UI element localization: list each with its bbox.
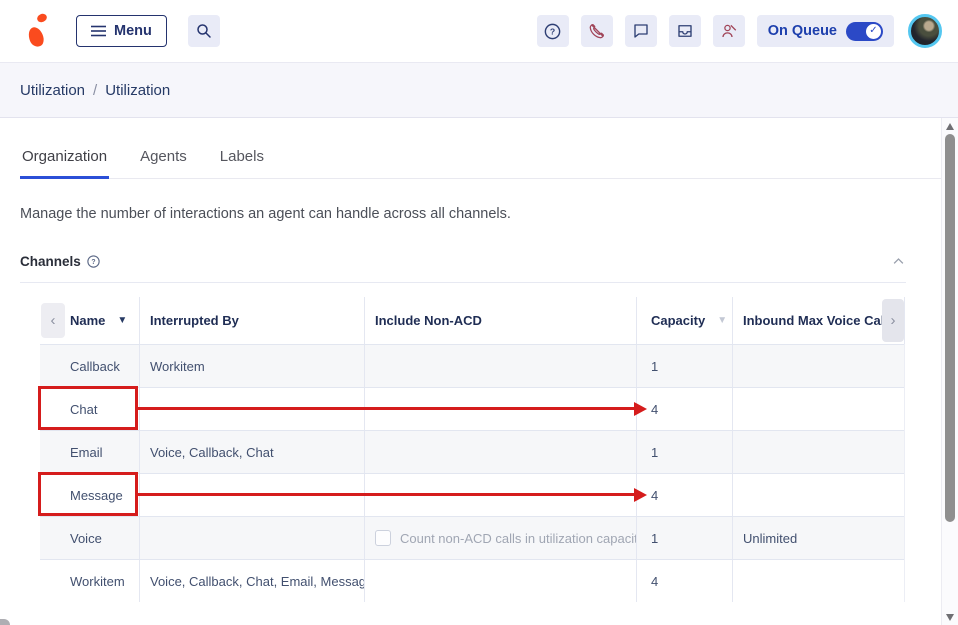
on-queue-label: On Queue: [768, 23, 837, 39]
tab-organization[interactable]: Organization: [20, 148, 109, 179]
cell-name: Callback: [40, 345, 140, 387]
cell-inbound-max: [733, 431, 905, 473]
scroll-down-icon[interactable]: [946, 614, 954, 621]
table-row-voice[interactable]: Voice Count non-ACD calls in utilization…: [40, 516, 904, 559]
cell-interrupted-by: [140, 517, 365, 559]
cell-capacity[interactable]: 1: [637, 431, 733, 473]
table-row-chat[interactable]: Chat 4: [40, 387, 904, 430]
toggle-switch[interactable]: ✓: [846, 22, 883, 41]
cell-capacity[interactable]: 1: [637, 517, 733, 559]
table-row-workitem[interactable]: Workitem Voice, Callback, Chat, Email, M…: [40, 559, 904, 602]
column-header-include-non-acd[interactable]: Include Non-ACD: [365, 297, 637, 344]
cell-include-non-acd: [365, 431, 637, 473]
hamburger-icon: [91, 25, 106, 37]
menu-button[interactable]: Menu: [76, 15, 167, 47]
cell-inbound-max: [733, 474, 905, 516]
cell-inbound-max: [733, 345, 905, 387]
search-icon: [195, 22, 213, 40]
channels-help-icon[interactable]: ?: [86, 254, 101, 269]
toggle-check-icon: ✓: [866, 24, 881, 39]
breadcrumb-section[interactable]: Utilization: [20, 82, 85, 99]
cell-capacity[interactable]: 1: [637, 345, 733, 387]
cell-interrupted-by: Voice, Callback, Chat, Email, Message: [140, 560, 365, 602]
cell-include-non-acd: [365, 345, 637, 387]
cell-capacity[interactable]: 4: [637, 474, 733, 516]
vertical-scrollbar[interactable]: [941, 118, 958, 625]
cell-name: Voice: [40, 517, 140, 559]
cell-name: Email: [40, 431, 140, 473]
breadcrumb-page[interactable]: Utilization: [105, 82, 170, 99]
on-queue-toggle[interactable]: On Queue ✓: [757, 15, 894, 47]
cell-name: Workitem: [40, 560, 140, 602]
chat-button[interactable]: [625, 15, 657, 47]
cell-name: Chat: [40, 388, 140, 430]
cell-capacity[interactable]: 4: [637, 560, 733, 602]
non-acd-checkbox-label: Count non-ACD calls in utilization capac…: [400, 531, 637, 546]
cell-interrupted-by: [140, 388, 365, 430]
cell-include-non-acd: Count non-ACD calls in utilization capac…: [365, 517, 637, 559]
table-row-message[interactable]: Message 4: [40, 473, 904, 516]
cell-capacity[interactable]: 4: [637, 388, 733, 430]
avatar[interactable]: [908, 14, 942, 48]
help-button[interactable]: ?: [537, 15, 569, 47]
cell-include-non-acd: [365, 474, 637, 516]
tab-labels[interactable]: Labels: [218, 148, 266, 179]
sort-desc-icon[interactable]: ▼: [117, 315, 127, 326]
phone-disabled-icon: [588, 22, 606, 40]
scroll-up-icon[interactable]: [946, 123, 954, 130]
channels-section-header: Channels ?: [20, 254, 906, 283]
column-header-interrupted-by[interactable]: Interrupted By: [140, 297, 365, 344]
cell-inbound-max: [733, 560, 905, 602]
cell-inbound-max: [733, 388, 905, 430]
menu-button-label: Menu: [114, 23, 152, 39]
cell-interrupted-by: Workitem: [140, 345, 365, 387]
svg-text:?: ?: [91, 259, 95, 266]
main-content: Organization Agents Labels Manage the nu…: [0, 118, 941, 625]
agent-unavailable-icon: [720, 22, 738, 40]
cell-name: Message: [40, 474, 140, 516]
table-row-email[interactable]: Email Voice, Callback, Chat 1: [40, 430, 904, 473]
inbox-icon: [676, 22, 694, 40]
cell-interrupted-by: [140, 474, 365, 516]
column-header-capacity[interactable]: Capacity ▼: [637, 297, 733, 344]
cell-include-non-acd: [365, 388, 637, 430]
cell-interrupted-by: Voice, Callback, Chat: [140, 431, 365, 473]
table-header-row: Name ▼ Interrupted By Include Non-ACD Ca…: [40, 297, 904, 344]
scrollbar-thumb[interactable]: [945, 134, 955, 522]
cell-include-non-acd: [365, 560, 637, 602]
breadcrumb: Utilization / Utilization: [0, 62, 958, 118]
scroll-columns-right-button[interactable]: ›: [882, 299, 904, 342]
scroll-columns-left-button[interactable]: ‹: [41, 303, 65, 338]
column-header-inbound-max-voice-calls[interactable]: Inbound Max Voice Calls: [733, 297, 905, 344]
inbox-button[interactable]: [669, 15, 701, 47]
collapse-section-icon[interactable]: [891, 254, 906, 269]
genesys-logo-icon: [28, 13, 50, 49]
sort-inactive-icon[interactable]: ▼: [717, 315, 727, 326]
non-acd-checkbox[interactable]: [375, 530, 391, 546]
agent-unavailable-button[interactable]: [713, 15, 745, 47]
page-description: Manage the number of interactions an age…: [20, 206, 941, 222]
phone-disabled-button[interactable]: [581, 15, 613, 47]
svg-text:?: ?: [550, 26, 555, 36]
channels-table: Name ▼ Interrupted By Include Non-ACD Ca…: [40, 297, 905, 602]
chat-icon: [632, 22, 650, 40]
channels-title: Channels: [20, 254, 81, 269]
cell-inbound-max: Unlimited: [733, 517, 905, 559]
breadcrumb-separator: /: [93, 82, 97, 99]
tab-agents[interactable]: Agents: [138, 148, 189, 179]
help-icon: ?: [543, 22, 562, 41]
top-bar: Menu ?: [0, 0, 958, 62]
tab-bar: Organization Agents Labels: [20, 148, 941, 179]
search-button[interactable]: [188, 15, 220, 47]
table-row-callback[interactable]: Callback Workitem 1: [40, 344, 904, 387]
